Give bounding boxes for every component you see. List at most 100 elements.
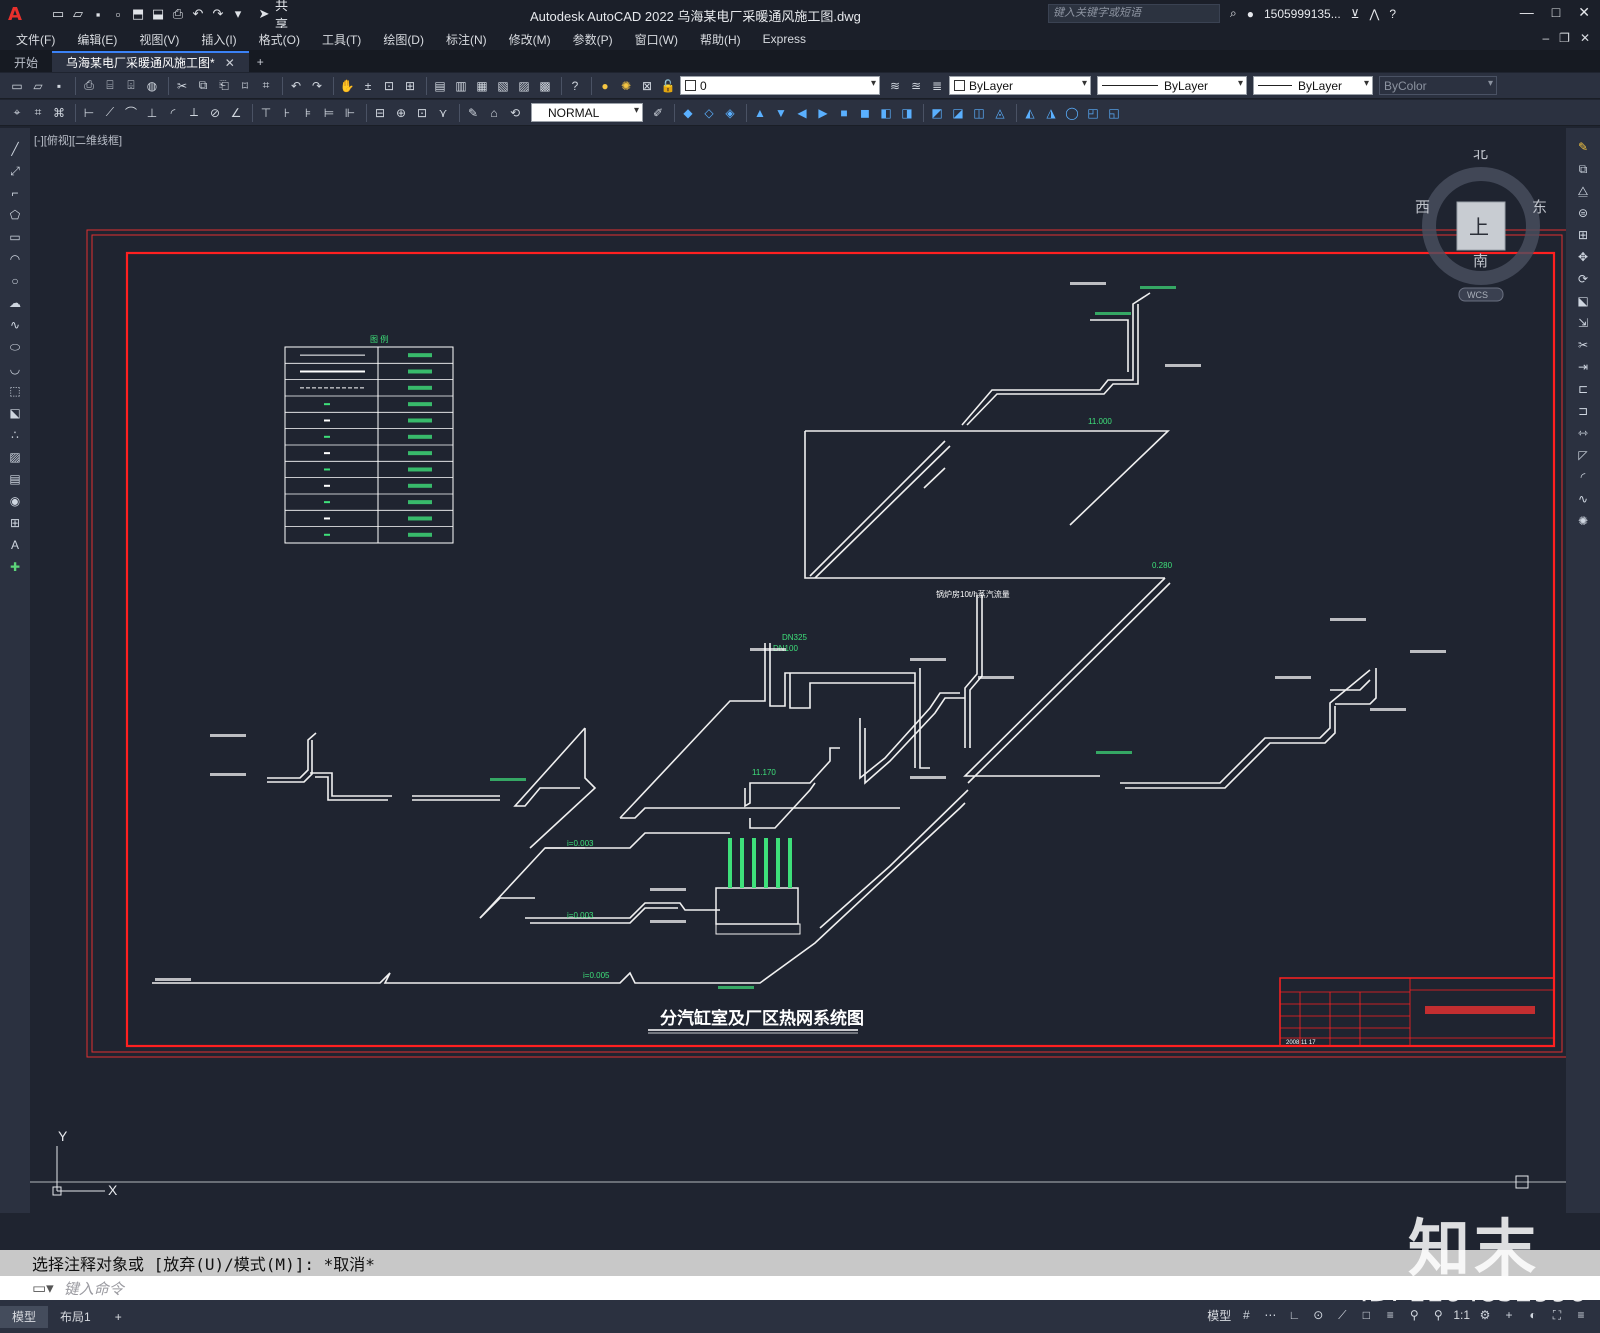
user-name[interactable]: 1505999135... <box>1264 7 1341 21</box>
plot-icon[interactable]: ⎙ <box>80 77 98 95</box>
layer-thaw-icon[interactable]: ✺ <box>617 77 635 95</box>
auto-scale-icon[interactable]: ⚲ <box>1429 1306 1447 1324</box>
rectangle-icon[interactable]: ▭ <box>6 228 24 246</box>
revision-cloud-icon[interactable]: ☁ <box>6 294 24 312</box>
circle-icon[interactable]: ○ <box>6 272 24 290</box>
jogged-icon[interactable]: ⟂ <box>185 104 203 122</box>
modify-icon[interactable]: ◀ <box>793 104 811 122</box>
fillet-icon[interactable]: ◜ <box>1574 468 1592 486</box>
radius-icon[interactable]: ◜ <box>164 104 182 122</box>
polygon-icon[interactable]: ⬠ <box>6 206 24 224</box>
gradient-icon[interactable]: ▤ <box>6 470 24 488</box>
continue-icon[interactable]: ⊧ <box>299 104 317 122</box>
help-icon[interactable]: ? <box>566 77 584 95</box>
app-logo[interactable]: A <box>0 0 30 28</box>
blend-icon[interactable]: ∿ <box>1574 490 1592 508</box>
hatch-icon[interactable]: ▨ <box>6 448 24 466</box>
break-icon[interactable]: ⊐ <box>1574 402 1592 420</box>
open-web-icon[interactable]: ⬒ <box>130 6 146 22</box>
dim-text-edit-icon[interactable]: ⌂ <box>485 104 503 122</box>
menu-dimension[interactable]: 标注(N) <box>446 31 487 48</box>
tab-start[interactable]: 开始 <box>0 52 52 72</box>
tool-icon[interactable]: ⌖ <box>8 104 26 122</box>
center-mark-icon[interactable]: ⊕ <box>392 104 410 122</box>
layer-viewport-icon[interactable]: ⊠ <box>638 77 656 95</box>
cut-icon[interactable]: ✂ <box>173 77 191 95</box>
layer-previous-icon[interactable]: ≊ <box>907 77 925 95</box>
move-3d-icon[interactable]: ◆ <box>679 104 697 122</box>
drawing-canvas[interactable]: [-][俯视][二维线框] 2008 11 17 图 例 11.000 0.28… <box>30 128 1566 1213</box>
tool-icon[interactable]: ⌗ <box>29 104 47 122</box>
solid-icon[interactable]: ◬ <box>991 104 1009 122</box>
layer-dropdown[interactable]: 0 ▾ <box>680 76 880 95</box>
share-button[interactable]: ➤ 共享 <box>256 0 291 32</box>
erase-icon[interactable]: ✎ <box>1574 138 1592 156</box>
zoom-previous-icon[interactable]: ⊞ <box>401 77 419 95</box>
table-icon[interactable]: ⊞ <box>6 514 24 532</box>
dim-style-icon[interactable]: ✐ <box>649 104 667 122</box>
3d-print-icon[interactable]: ◍ <box>143 77 161 95</box>
doc-restore-icon[interactable]: ❐ <box>1559 31 1570 45</box>
ortho-icon[interactable]: ∟ <box>1285 1306 1303 1324</box>
add-icon[interactable]: + <box>1500 1306 1518 1324</box>
search-icon[interactable]: ⌕ <box>1230 6 1237 21</box>
make-block-icon[interactable]: ⬕ <box>6 404 24 422</box>
object-snap-icon[interactable]: □ <box>1357 1306 1375 1324</box>
tool-palettes-icon[interactable]: ▦ <box>473 77 491 95</box>
isolate-icon[interactable]: ◐ <box>1524 1306 1542 1324</box>
add-selected-icon[interactable]: ✚ <box>6 558 24 576</box>
menu-edit[interactable]: 编辑(E) <box>77 31 117 48</box>
solid-icon[interactable]: ◯ <box>1063 104 1081 122</box>
array-icon[interactable]: ⊞ <box>1574 226 1592 244</box>
rotate-icon[interactable]: ⟳ <box>1574 270 1592 288</box>
match-properties-icon[interactable]: ⌑ <box>236 77 254 95</box>
dim-style-dropdown[interactable]: NORMAL ▾ <box>531 103 643 122</box>
angular-icon[interactable]: ∠ <box>227 104 245 122</box>
mirror-3d-icon[interactable]: ◈ <box>721 104 739 122</box>
save-web-icon[interactable]: ⬓ <box>150 6 166 22</box>
undo-icon[interactable]: ↶ <box>190 6 206 22</box>
zoom-realtime-icon[interactable]: ± <box>359 77 377 95</box>
tool-icon[interactable]: ⌘ <box>50 104 68 122</box>
user-icon[interactable]: ● <box>1247 7 1254 21</box>
chamfer-icon[interactable]: ◸ <box>1574 446 1592 464</box>
make-current-layer-icon[interactable]: ≋ <box>886 77 904 95</box>
solid-icon[interactable]: ◫ <box>970 104 988 122</box>
layout-tab-add[interactable]: + <box>103 1306 134 1328</box>
isodraft-icon[interactable]: ⟋ <box>1333 1306 1351 1324</box>
ellipse-icon[interactable]: ⬭ <box>6 338 24 356</box>
cart-icon[interactable]: ⊻ <box>1351 7 1360 21</box>
quick-dim-icon[interactable]: ⊤ <box>257 104 275 122</box>
grid-icon[interactable]: # <box>1237 1306 1255 1324</box>
pan-icon[interactable]: ✋ <box>338 77 356 95</box>
layer-on-icon[interactable]: ● <box>596 77 614 95</box>
save-icon[interactable]: ▪ <box>90 6 106 22</box>
minimize-icon[interactable]: — <box>1520 4 1534 21</box>
explode-icon[interactable]: ✺ <box>1574 512 1592 530</box>
close-icon[interactable]: ✕ <box>1578 4 1590 21</box>
modify-icon[interactable]: ▲ <box>751 104 769 122</box>
command-prompt-icon[interactable]: ▭▾ <box>32 1279 54 1297</box>
tolerance-icon[interactable]: ⊟ <box>371 104 389 122</box>
copy-object-icon[interactable]: ⧉ <box>1574 160 1592 178</box>
redo-icon[interactable]: ↷ <box>308 77 326 95</box>
modify-icon[interactable]: ▶ <box>814 104 832 122</box>
search-input[interactable]: 键入关键字或短语 <box>1048 4 1220 23</box>
solid-icon[interactable]: ◩ <box>928 104 946 122</box>
new-icon[interactable]: ▭ <box>50 6 66 22</box>
open-icon[interactable]: ▱ <box>70 6 86 22</box>
modify-icon[interactable]: ■ <box>835 104 853 122</box>
construction-line-icon[interactable]: ⤢ <box>6 162 24 180</box>
color-dropdown[interactable]: ByLayer ▾ <box>949 76 1091 95</box>
paste-icon[interactable]: ⎗ <box>215 77 233 95</box>
model-space-button[interactable]: 模型 <box>1207 1307 1231 1324</box>
new-icon[interactable]: ▭ <box>8 77 26 95</box>
layer-lock-icon[interactable]: 🔓 <box>659 77 677 95</box>
scale-icon[interactable]: ⬕ <box>1574 292 1592 310</box>
solid-icon[interactable]: ◪ <box>949 104 967 122</box>
dim-edit-icon[interactable]: ✎ <box>464 104 482 122</box>
mtext-icon[interactable]: A <box>6 536 24 554</box>
modify-icon[interactable]: ◧ <box>877 104 895 122</box>
plotstyle-dropdown[interactable]: ByColor ▾ <box>1379 76 1497 95</box>
extend-icon[interactable]: ⇥ <box>1574 358 1592 376</box>
